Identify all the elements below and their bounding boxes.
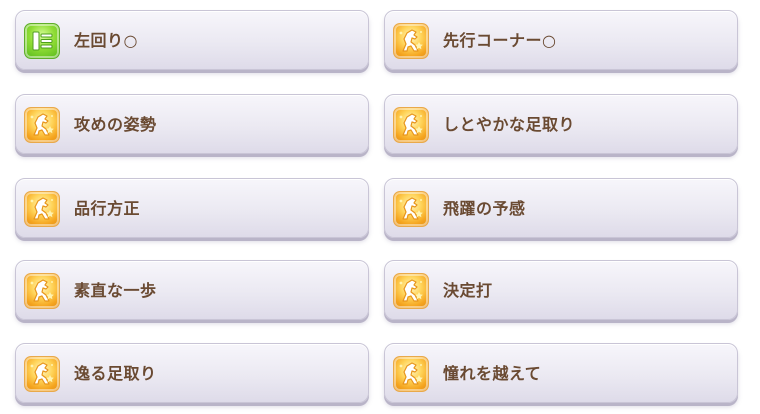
skill-card[interactable]: 左回り○ [15,10,369,70]
skill-name: 素直な一歩 [74,281,157,300]
skill-card[interactable]: 品行方正 [15,178,369,238]
horse-speed-icon [393,273,429,309]
horse-speed-icon [393,107,429,143]
skill-name: 品行方正 [74,199,141,218]
skill-name: 先行コーナー○ [443,31,557,50]
skill-card[interactable]: 逸る足取り [15,343,369,403]
skill-card[interactable]: 素直な一歩 [15,260,369,320]
skill-card[interactable]: 攻めの姿勢 [15,94,369,154]
skill-name: 逸る足取り [74,364,157,383]
skill-card[interactable]: 憧れを越えて [384,343,738,403]
skill-name: 飛躍の予感 [443,199,526,218]
skill-name: しとやかな足取り [443,115,576,134]
skill-card[interactable]: しとやかな足取り [384,94,738,154]
track-direction-icon [24,23,60,59]
skill-card[interactable]: 決定打 [384,260,738,320]
horse-speed-icon [24,356,60,392]
skill-name: 左回り○ [74,31,138,50]
skill-name: 攻めの姿勢 [74,115,157,134]
horse-speed-icon [393,191,429,227]
skill-name: 憧れを越えて [443,364,542,383]
horse-speed-icon [393,23,429,59]
horse-speed-icon [393,356,429,392]
horse-speed-icon [24,107,60,143]
horse-speed-icon [24,273,60,309]
skill-name: 決定打 [443,281,493,300]
skill-card[interactable]: 飛躍の予感 [384,178,738,238]
horse-speed-icon [24,191,60,227]
skill-list: 左回り○ 先行コーナー○ 攻めの姿勢 しとやかな足取り 品行方正 飛躍の予感 素… [0,0,760,414]
skill-card[interactable]: 先行コーナー○ [384,10,738,70]
